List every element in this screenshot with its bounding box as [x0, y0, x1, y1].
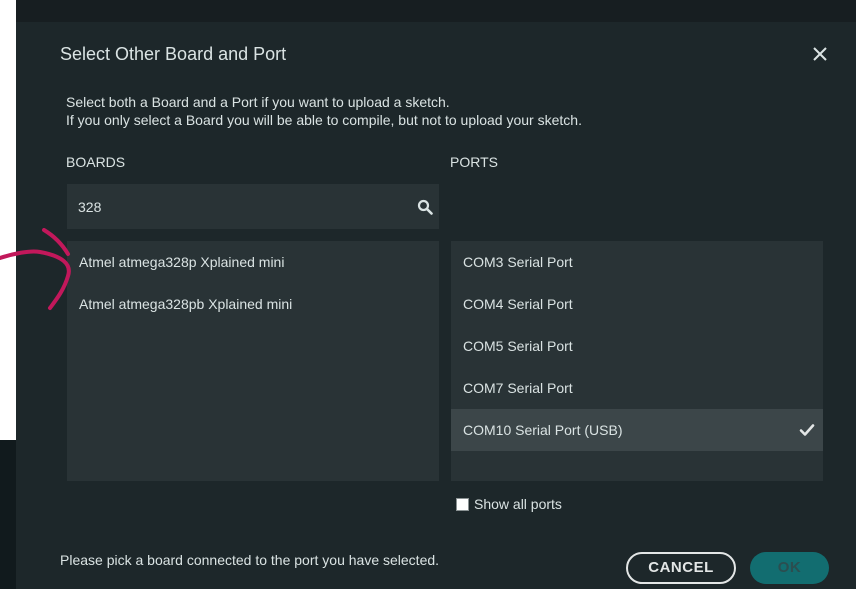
show-all-ports[interactable]: Show all ports — [456, 496, 562, 512]
ports-label: PORTS — [450, 154, 498, 170]
footer-note: Please pick a board connected to the por… — [60, 552, 440, 568]
dialog-title: Select Other Board and Port — [60, 44, 287, 64]
port-item-label: COM4 Serial Port — [463, 296, 573, 312]
boards-label: BOARDS — [66, 154, 126, 170]
port-item-label: COM10 Serial Port (USB) — [463, 422, 623, 438]
port-item-com4[interactable]: COM4 Serial Port — [451, 283, 823, 325]
board-item-atmega328pb[interactable]: Atmel atmega328pb Xplained mini — [67, 283, 439, 325]
board-item-atmega328p[interactable]: Atmel atmega328p Xplained mini — [67, 241, 439, 283]
ports-list: COM3 Serial Port COM4 Serial Port COM5 S… — [451, 241, 823, 481]
select-board-port-dialog: Select Other Board and Port Select both … — [16, 22, 856, 589]
show-all-ports-label: Show all ports — [474, 496, 562, 512]
check-icon — [799, 424, 815, 436]
search-icon[interactable] — [417, 199, 433, 215]
show-all-ports-checkbox[interactable] — [456, 497, 469, 511]
intro-line-2: If you only select a Board you will be a… — [66, 112, 582, 128]
port-item-label: COM7 Serial Port — [463, 380, 573, 396]
board-item-label: Atmel atmega328pb Xplained mini — [79, 296, 293, 312]
port-item-com10[interactable]: COM10 Serial Port (USB) — [451, 409, 823, 451]
background-top-bar — [0, 0, 856, 22]
port-item-label: COM5 Serial Port — [463, 338, 573, 354]
ok-button[interactable]: OK — [750, 552, 829, 584]
intro-line-1: Select both a Board and a Port if you wa… — [66, 94, 450, 110]
port-item-com7[interactable]: COM7 Serial Port — [451, 367, 823, 409]
port-item-com3[interactable]: COM3 Serial Port — [451, 241, 823, 283]
board-search-input[interactable] — [67, 184, 407, 229]
cancel-button[interactable]: CANCEL — [626, 552, 736, 584]
boards-list: Atmel atmega328p Xplained mini Atmel atm… — [67, 241, 439, 481]
close-icon[interactable] — [810, 44, 830, 64]
port-item-label: COM3 Serial Port — [463, 254, 573, 270]
dialog-intro: Select both a Board and a Port if you wa… — [66, 93, 582, 129]
port-item-com5[interactable]: COM5 Serial Port — [451, 325, 823, 367]
board-item-label: Atmel atmega328p Xplained mini — [79, 254, 285, 270]
board-search-box — [67, 184, 439, 229]
